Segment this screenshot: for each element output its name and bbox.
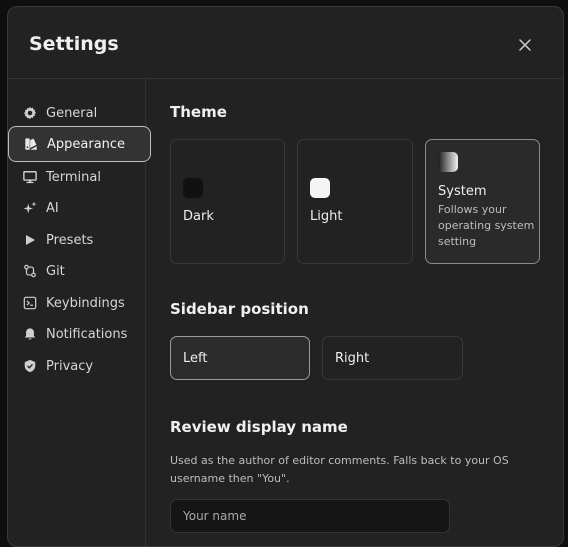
sidebar-item-git[interactable]: Git: [8, 253, 151, 289]
settings-sidebar: General Appearance Terminal AI Presets G…: [8, 79, 151, 546]
sidebar-position-left[interactable]: Left: [170, 336, 310, 380]
theme-option-label: System: [438, 184, 487, 199]
sidebar-item-label: Terminal: [46, 169, 101, 185]
light-swatch: [310, 178, 330, 198]
review-name-title: Review display name: [170, 418, 348, 436]
close-button[interactable]: [513, 33, 537, 57]
sidebar-item-label: Notifications: [46, 326, 128, 342]
theme-option-description: Follows your operating system setting: [438, 203, 535, 248]
sidebar-position-right[interactable]: Right: [322, 336, 463, 380]
review-name-help: Used as the author of editor comments. F…: [170, 454, 509, 485]
sidebar-item-label: Appearance: [47, 136, 126, 152]
sidebar-item-label: AI: [46, 200, 59, 216]
sidebar-item-label: Keybindings: [46, 295, 125, 311]
appearance-settings: Theme Dark Light System Follows your ope…: [147, 79, 563, 546]
sidebar-item-label: Presets: [46, 232, 94, 248]
display-name-input[interactable]: [170, 499, 450, 533]
shield-check-icon: [22, 358, 38, 374]
sidebar-item-notifications[interactable]: Notifications: [8, 316, 151, 352]
theme-option-system[interactable]: System Follows your operating system set…: [425, 139, 540, 264]
monitor-icon: [22, 169, 38, 185]
position-option-label: Right: [335, 350, 370, 366]
system-swatch: [438, 152, 458, 172]
theme-option-light[interactable]: Light: [297, 139, 413, 264]
theme-option-label: Dark: [183, 209, 214, 224]
git-compare-icon: [22, 263, 38, 279]
play-icon: [22, 232, 38, 248]
dark-swatch: [183, 178, 203, 198]
sidebar-item-privacy[interactable]: Privacy: [8, 348, 151, 384]
theme-section-title: Theme: [170, 103, 227, 121]
sidebar-item-appearance[interactable]: Appearance: [8, 126, 151, 162]
sidebar-item-label: Git: [46, 263, 65, 279]
theme-option-dark[interactable]: Dark: [170, 139, 285, 264]
dialog-title: Settings: [29, 33, 119, 55]
sidebar-item-label: General: [46, 105, 98, 121]
palette-icon: [23, 136, 39, 152]
gear-icon: [22, 105, 38, 121]
sidebar-position-title: Sidebar position: [170, 300, 309, 318]
position-option-label: Left: [183, 350, 208, 366]
close-icon: [519, 39, 531, 51]
dialog-header: Settings: [8, 7, 563, 79]
terminal-square-icon: [22, 295, 38, 311]
settings-dialog: Settings General Appearance Terminal AI …: [7, 6, 564, 547]
sparkles-icon: [22, 200, 38, 216]
sidebar-item-label: Privacy: [46, 358, 94, 374]
theme-option-label: Light: [310, 209, 343, 224]
sidebar-item-ai[interactable]: AI: [8, 190, 151, 226]
bell-icon: [22, 326, 38, 342]
